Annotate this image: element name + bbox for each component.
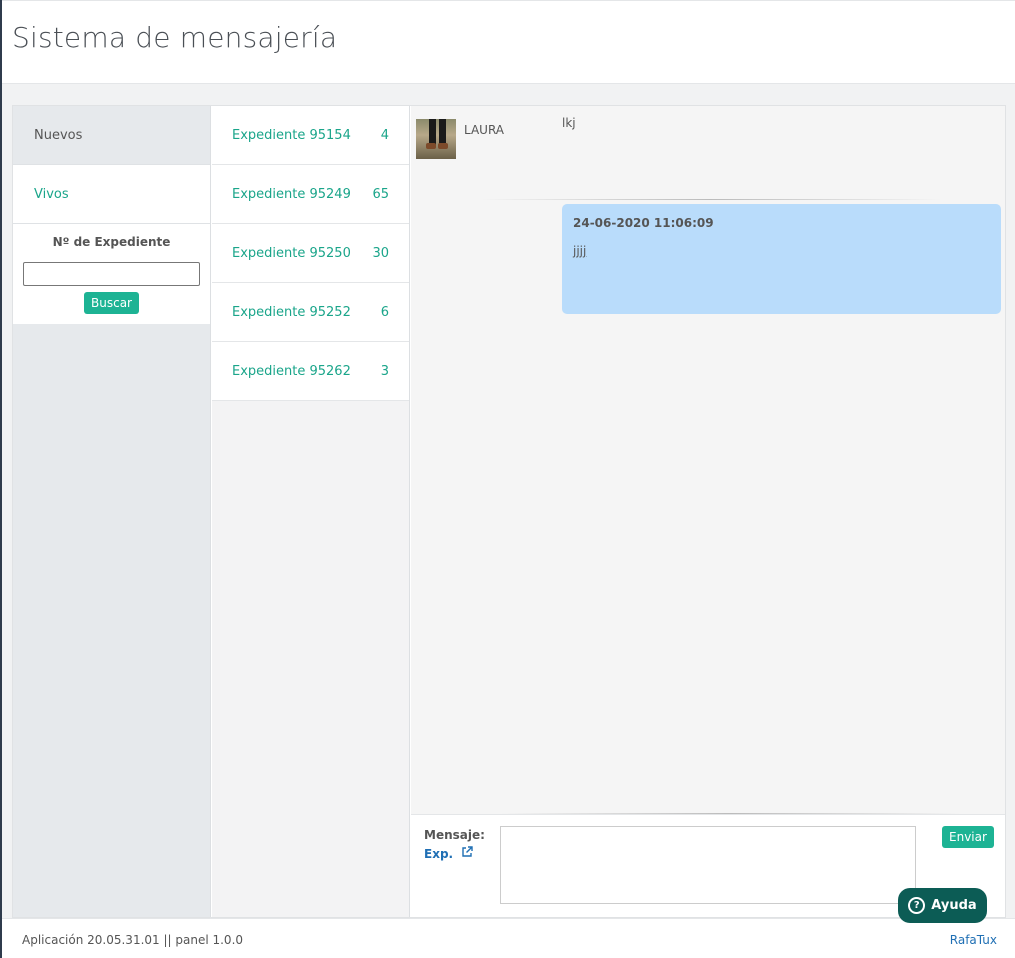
list-item[interactable]: Expediente 95262 3: [212, 342, 409, 401]
message-count: 30: [372, 245, 389, 261]
question-icon: ?: [908, 897, 926, 914]
sidebar-item-vivos[interactable]: Vivos: [13, 165, 210, 224]
expediente-search-label: Nº de Expediente: [52, 235, 171, 249]
expediente-label: Expediente 95252: [232, 304, 351, 320]
expediente-link[interactable]: Exp.: [424, 846, 473, 861]
list-item[interactable]: Expediente 95249 65: [212, 165, 409, 224]
list-item[interactable]: Expediente 95252 6: [212, 283, 409, 342]
expediente-label: Expediente 95154: [232, 127, 351, 143]
version-text: Aplicación 20.05.31.01 || panel 1.0.0: [22, 933, 244, 947]
sender-name: LAURA: [464, 123, 505, 137]
page-header: Sistema de mensajería: [2, 0, 1015, 84]
expediente-label: Expediente 95250: [232, 245, 351, 261]
avatar-detail: [439, 119, 446, 145]
conversation-pane: LAURA lkj 24-06-2020 11:06:09 jjjj Mensa…: [411, 106, 1005, 917]
message-count: 4: [380, 127, 389, 143]
avatar-detail: [426, 143, 436, 149]
sidebar-item-nuevos[interactable]: Nuevos: [13, 106, 210, 165]
expediente-list: Expediente 95154 4 Expediente 95249 65 E…: [212, 106, 410, 917]
outgoing-message: 24-06-2020 11:06:09 jjjj: [562, 204, 1001, 314]
incoming-message-text: lkj: [562, 116, 576, 130]
list-item[interactable]: Expediente 95154 4: [212, 106, 409, 165]
expediente-label: Expediente 95249: [232, 186, 351, 202]
help-label: Ayuda: [931, 898, 977, 913]
message-count: 3: [380, 363, 389, 379]
avatar: [416, 119, 456, 159]
page-footer: Aplicación 20.05.31.01 || panel 1.0.0 Ra…: [2, 918, 1015, 958]
message-count: 65: [372, 186, 389, 202]
search-button[interactable]: Buscar: [84, 292, 139, 314]
expediente-search-input[interactable]: [23, 262, 200, 286]
message-label: Mensaje:: [424, 828, 485, 842]
message-count: 6: [380, 304, 389, 320]
messaging-panel: Nuevos Vivos Nº de Expediente Buscar Exp…: [12, 105, 1006, 918]
brand-link[interactable]: RafaTux: [950, 933, 997, 947]
list-item[interactable]: Expediente 95250 30: [212, 224, 409, 283]
message-timestamp: 24-06-2020 11:06:09: [573, 216, 714, 230]
page-title: Sistema de mensajería: [12, 21, 338, 54]
message-input[interactable]: [500, 826, 916, 904]
message-divider: [481, 199, 941, 200]
expediente-search: Nº de Expediente Buscar: [13, 224, 210, 324]
external-link-icon: [461, 846, 473, 861]
expediente-label: Expediente 95262: [232, 363, 351, 379]
avatar-detail: [438, 143, 448, 149]
send-button[interactable]: Enviar: [942, 826, 994, 848]
avatar-detail: [429, 119, 436, 145]
outgoing-message-text: jjjj: [573, 244, 587, 258]
expediente-link-label: Exp.: [424, 847, 454, 861]
help-button[interactable]: ? Ayuda: [898, 888, 987, 923]
filter-sidebar: Nuevos Vivos Nº de Expediente Buscar: [13, 106, 211, 917]
